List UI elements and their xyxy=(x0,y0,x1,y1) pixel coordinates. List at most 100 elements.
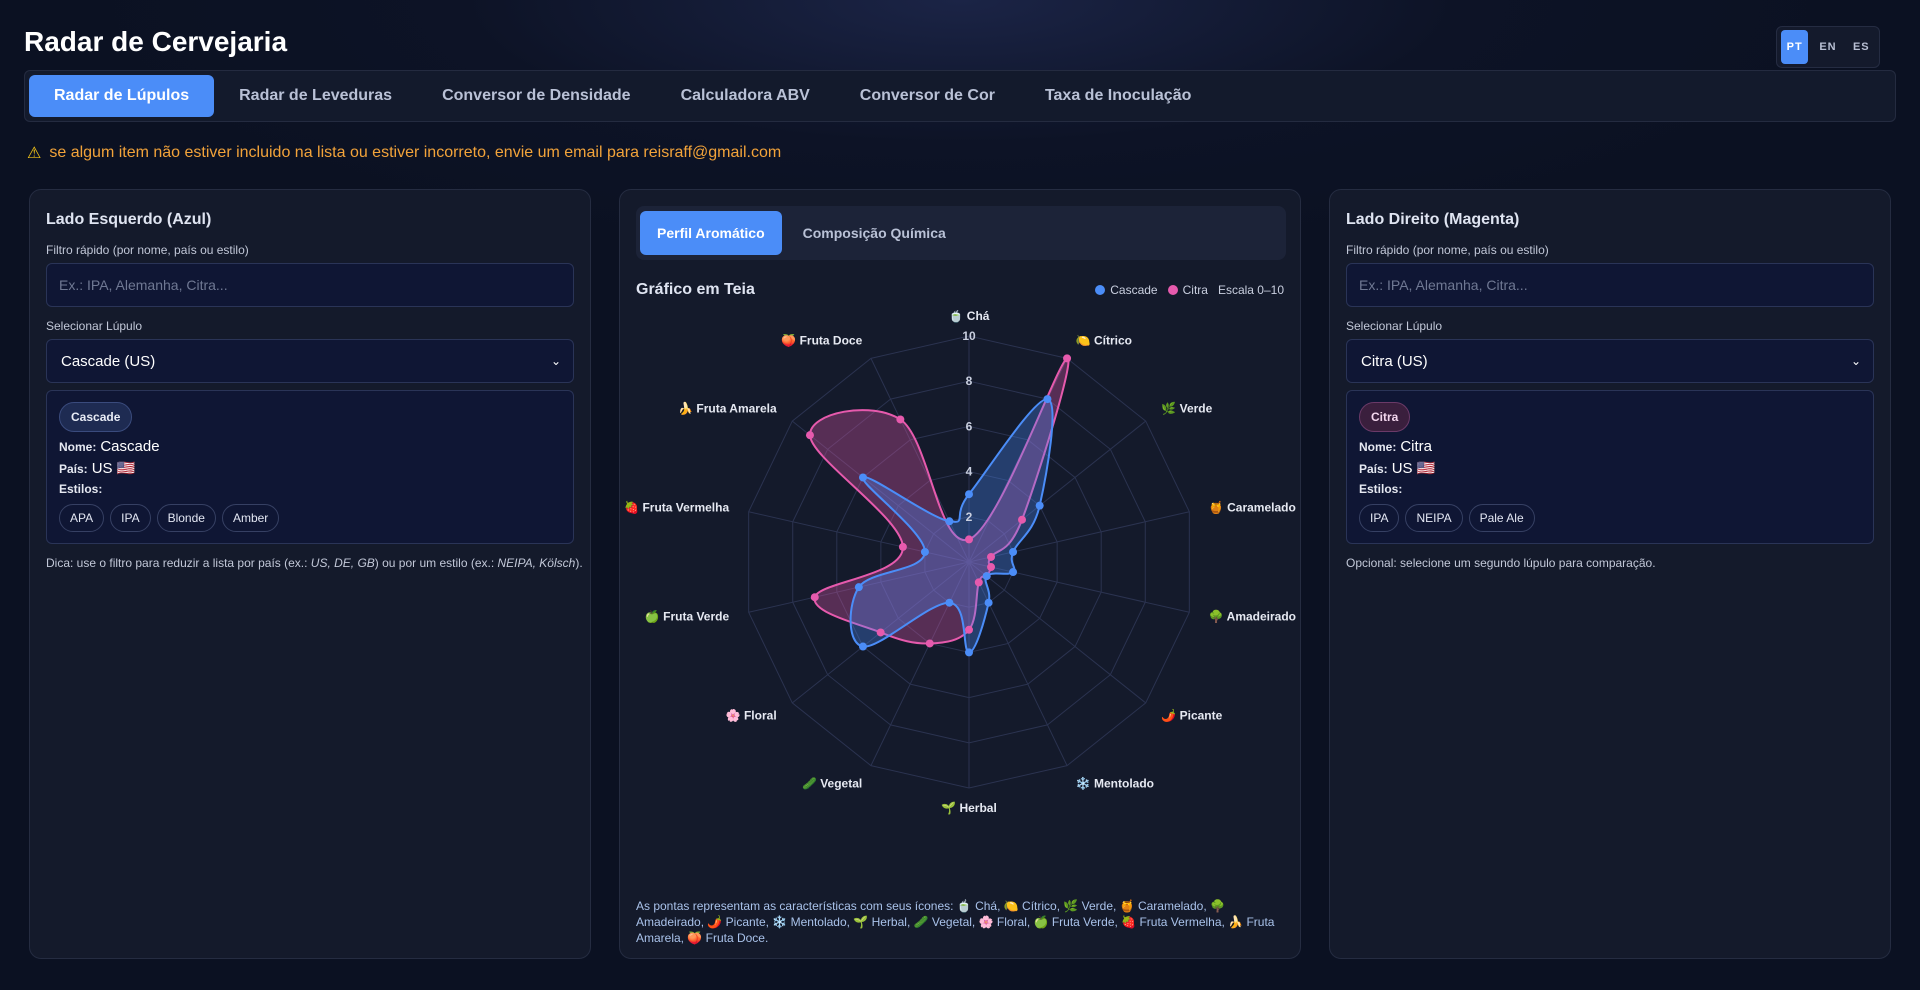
style-tag: IPA xyxy=(1359,504,1400,532)
right-hop-name-row: Nome: Citra xyxy=(1359,438,1432,455)
language-switcher: PT EN ES xyxy=(1776,26,1880,68)
left-hop-name: Cascade xyxy=(100,438,160,455)
chart-subtabs: Perfil Aromático Composição Química xyxy=(636,206,1286,260)
right-filter-label: Filtro rápido (por nome, país ou estilo) xyxy=(1346,243,1549,257)
tab-radar-lupulos[interactable]: Radar de Lúpulos xyxy=(29,75,215,117)
style-tag: NEIPA xyxy=(1405,504,1463,532)
legend-label: Cascade xyxy=(1110,283,1158,297)
style-tag: Blonde xyxy=(156,504,216,532)
style-tag: IPA xyxy=(110,504,151,532)
radar-point-citra xyxy=(965,535,973,544)
radar-axis-label: 🥒 Vegetal xyxy=(802,777,862,791)
country-label: País: xyxy=(59,462,88,476)
styles-label: Estilos: xyxy=(59,482,103,496)
scale-label: Escala 0–10 xyxy=(1217,283,1284,297)
app-title: Radar de Cervejaria xyxy=(24,26,288,57)
main-nav: Radar de Lúpulos Radar de Leveduras Conv… xyxy=(24,70,1896,122)
radar-point-citra xyxy=(974,578,983,587)
tab-radar-leveduras[interactable]: Radar de Leveduras xyxy=(214,75,417,117)
tab-composicao-quimica[interactable]: Composição Química xyxy=(786,211,963,255)
left-filter-input[interactable] xyxy=(46,263,574,307)
radar-axis-label: 🌱 Herbal xyxy=(941,801,997,815)
hint-styles: NEIPA, Kölsch xyxy=(497,556,576,570)
tab-conversor-densidade[interactable]: Conversor de Densidade xyxy=(417,75,656,117)
radar-point-cascade xyxy=(965,648,973,657)
right-filter-input[interactable] xyxy=(1346,263,1874,307)
radar-axis-label: 🌶️ Picante xyxy=(1161,708,1222,722)
radar-point-citra xyxy=(876,628,885,637)
hint-countries: US, DE, GB xyxy=(310,556,375,570)
radar-point-citra xyxy=(1018,515,1027,524)
right-hop-styles-label: Estilos: xyxy=(1359,482,1402,496)
radar-axis-label: 🍓 Fruta Vermelha xyxy=(624,500,729,514)
country-label: País: xyxy=(1359,462,1388,476)
lang-button-en[interactable]: EN xyxy=(1814,30,1841,64)
tab-taxa-inoculacao[interactable]: Taxa de Inoculação xyxy=(1020,75,1216,117)
right-hop-chip: Citra xyxy=(1359,402,1411,432)
radar-point-cascade xyxy=(1009,568,1018,577)
right-style-tags: IPA NEIPA Pale Ale xyxy=(1359,504,1535,532)
radar-axis-label: 🍌 Fruta Amarela xyxy=(678,402,777,416)
radar-tick-label: 8 xyxy=(966,374,973,388)
radar-axis-label: 🍵 Chá xyxy=(949,310,990,323)
name-label: Nome: xyxy=(59,440,97,454)
radar-point-citra xyxy=(810,593,819,602)
left-hint: Dica: use o filtro para reduzir a lista … xyxy=(46,556,583,570)
radar-axis-label: 🍯 Caramelado xyxy=(1209,500,1296,514)
radar-spoke xyxy=(968,561,1147,704)
radar-point-citra xyxy=(898,542,907,551)
chevron-down-icon: ⌄ xyxy=(550,354,561,368)
chart-title: Gráfico em Teia xyxy=(636,281,755,298)
right-panel-title: Lado Direito (Magenta) xyxy=(1346,211,1520,228)
right-hop-panel: Lado Direito (Magenta) Filtro rápido (po… xyxy=(1329,189,1891,959)
hint-text: Dica: use o filtro para reduzir a lista … xyxy=(46,556,311,570)
legend-dot-pink xyxy=(1167,285,1178,295)
radar-point-cascade xyxy=(1035,501,1044,510)
radar-point-cascade xyxy=(1043,395,1052,404)
chevron-down-icon: ⌄ xyxy=(1850,354,1861,368)
chart-footnote: As pontas representam as características… xyxy=(636,899,1275,945)
right-select-label: Selecionar Lúpulo xyxy=(1346,319,1443,333)
radar-point-cascade xyxy=(965,490,973,499)
radar-point-citra xyxy=(896,415,905,424)
radar-point-cascade xyxy=(984,598,993,607)
left-hop-styles-label: Estilos: xyxy=(59,482,102,496)
radar-point-cascade xyxy=(858,642,867,651)
radar-point-citra xyxy=(987,563,996,572)
tab-perfil-aromatico[interactable]: Perfil Aromático xyxy=(640,211,782,255)
warning-text: se algum item não estiver incluido na li… xyxy=(49,144,782,161)
left-hop-panel: Lado Esquerdo (Azul) Filtro rápido (por … xyxy=(29,189,591,959)
lang-button-es[interactable]: ES xyxy=(1848,30,1875,64)
radar-axis-label: 🌿 Verde xyxy=(1161,402,1212,416)
right-hop-name: Citra xyxy=(1400,438,1433,455)
radar-point-citra xyxy=(1063,354,1072,363)
hint-text: ). xyxy=(575,556,583,570)
radar-tick-label: 2 xyxy=(966,510,973,524)
radar-point-cascade xyxy=(945,598,954,607)
left-filter-label: Filtro rápido (por nome, país ou estilo) xyxy=(46,243,249,257)
radar-point-cascade xyxy=(854,583,863,592)
left-panel-title: Lado Esquerdo (Azul) xyxy=(46,211,212,228)
legend-item-citra[interactable]: Citra xyxy=(1167,283,1208,297)
right-hop-country-row: País: US 🇺🇸 xyxy=(1359,459,1435,477)
lang-button-pt[interactable]: PT xyxy=(1781,30,1809,64)
left-hop-name-row: Nome: Cascade xyxy=(59,438,160,455)
radar-axis-label: 🍑 Fruta Doce xyxy=(781,333,862,347)
radar-point-cascade xyxy=(920,547,929,556)
radar-axis-label: 🍋 Cítrico xyxy=(1076,333,1132,347)
radar-point-citra xyxy=(805,431,814,440)
left-hop-select[interactable]: Cascade (US) ⌄ xyxy=(46,339,574,383)
warning-icon: ⚠ xyxy=(27,145,42,162)
tab-conversor-cor[interactable]: Conversor de Cor xyxy=(835,75,1020,117)
left-hop-select-value: Cascade (US) xyxy=(61,352,156,370)
warning-banner: ⚠ se algum item não estiver incluido na … xyxy=(27,143,781,163)
radar-axis-label: 🍏 Fruta Verde xyxy=(645,610,730,624)
legend-label: Citra xyxy=(1182,283,1208,297)
right-hop-country: US 🇺🇸 xyxy=(1391,460,1436,477)
tab-calculadora-abv[interactable]: Calculadora ABV xyxy=(656,75,835,117)
radar-point-cascade xyxy=(858,473,867,482)
radar-point-citra xyxy=(925,639,934,648)
radar-point-cascade xyxy=(945,517,954,526)
legend-item-cascade[interactable]: Cascade xyxy=(1095,283,1158,297)
right-hop-select[interactable]: Citra (US) ⌄ xyxy=(1346,339,1874,383)
